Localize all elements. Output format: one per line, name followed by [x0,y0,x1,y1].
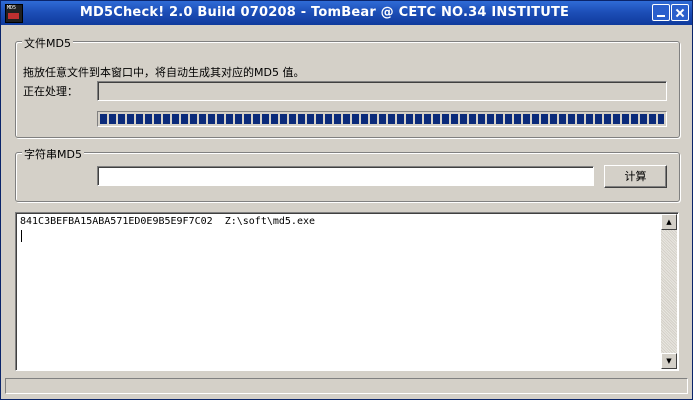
title-bar[interactable]: MD5 MD5Check! 2.0 Build 070208 - TomBear… [1,1,692,25]
string-md5-group-label: 字符串MD5 [22,146,84,162]
scroll-down-icon[interactable]: ▼ [661,353,677,369]
string-input[interactable] [97,166,594,186]
window-title: MD5Check! 2.0 Build 070208 - TomBear @ C… [79,5,570,20]
status-bar [5,378,688,394]
output-text: 841C3BEFBA15ABA571ED0E9B5E9F7C02 Z:\soft… [20,216,316,227]
output-textarea[interactable]: 841C3BEFBA15ABA571ED0E9B5E9F7C02 Z:\soft… [15,212,679,371]
file-md5-group-label: 文件MD5 [22,35,73,51]
processing-field [97,81,667,101]
close-icon[interactable] [671,4,689,21]
drop-hint-text: 拖放任意文件到本窗口中，将自动生成其对应的MD5 值。 [23,66,305,79]
scroll-up-icon[interactable]: ▲ [661,214,677,230]
progress-bar-fill [100,114,664,124]
minimize-icon[interactable] [652,4,670,21]
progress-bar [97,111,667,127]
compute-button[interactable]: 计算 [604,165,667,188]
processing-label: 正在处理： [23,85,78,98]
app-window: MD5 MD5Check! 2.0 Build 070208 - TomBear… [0,0,693,400]
vertical-scrollbar[interactable]: ▲ ▼ [661,214,677,369]
text-caret [21,230,22,242]
